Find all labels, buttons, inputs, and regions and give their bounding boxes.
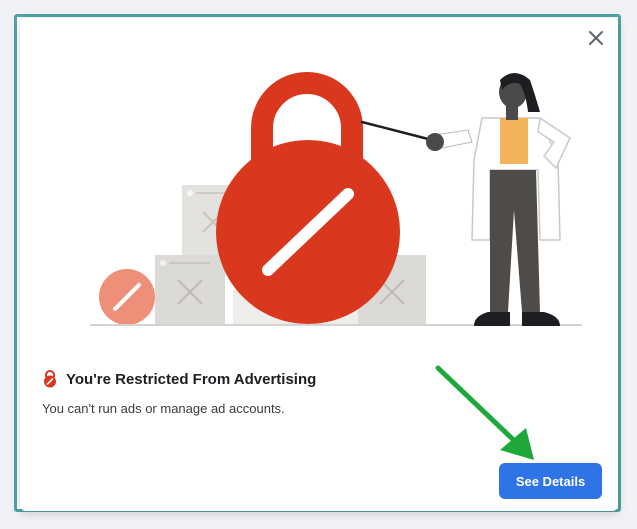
dialog-subtitle: You can't run ads or manage ad accounts. (42, 401, 285, 416)
restricted-lock-icon (44, 370, 56, 388)
crate-left (155, 255, 225, 325)
restriction-dialog: You're Restricted From Advertising You c… (20, 18, 618, 511)
see-details-button[interactable]: See Details (499, 463, 602, 499)
dialog-title-row: You're Restricted From Advertising (42, 370, 316, 388)
big-lock (216, 72, 400, 324)
green-arrow-icon (435, 365, 534, 460)
close-icon (589, 31, 603, 45)
restricted-lock-illustration (90, 72, 582, 326)
close-button[interactable] (586, 28, 606, 48)
dialog-title: You're Restricted From Advertising (66, 370, 317, 388)
small-restricted-badge (99, 269, 155, 325)
